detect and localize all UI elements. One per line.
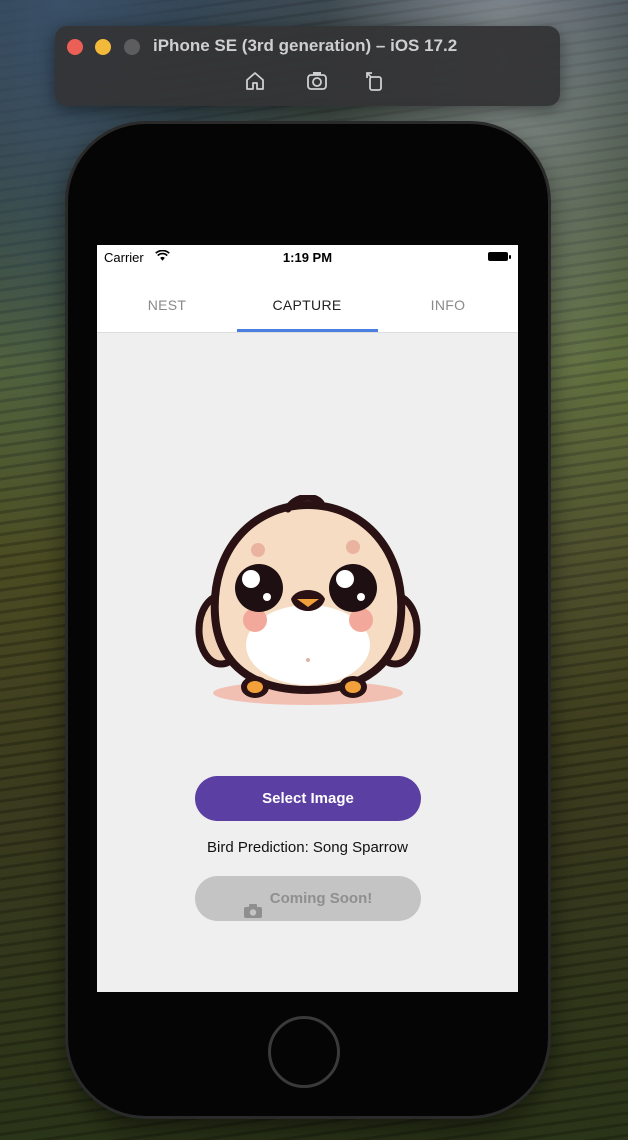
simulator-title-bar: iPhone SE (3rd generation) – iOS 17.2 bbox=[55, 26, 560, 106]
camera-icon bbox=[243, 891, 262, 918]
tab-nest[interactable]: NEST bbox=[97, 277, 237, 333]
home-icon[interactable] bbox=[242, 68, 268, 94]
tab-info[interactable]: INFO bbox=[378, 277, 518, 333]
minimize-window-button[interactable] bbox=[95, 39, 111, 55]
screenshot-icon[interactable] bbox=[304, 68, 330, 94]
app-screen: Carrier 1:19 PM NEST CAPTURE INFO Select… bbox=[97, 245, 518, 992]
zoom-window-button[interactable] bbox=[124, 39, 140, 55]
active-tab-indicator bbox=[237, 329, 378, 332]
top-tab-bar: NEST CAPTURE INFO bbox=[97, 277, 518, 333]
coming-soon-label: Coming Soon! bbox=[269, 890, 373, 907]
rotate-icon[interactable] bbox=[362, 68, 388, 94]
tab-capture[interactable]: CAPTURE bbox=[237, 277, 377, 333]
status-bar: Carrier 1:19 PM bbox=[97, 245, 518, 277]
simulator-title: iPhone SE (3rd generation) – iOS 17.2 bbox=[153, 36, 458, 55]
home-button[interactable] bbox=[268, 1016, 340, 1088]
battery-icon bbox=[488, 252, 511, 261]
bird-mascot-image bbox=[193, 493, 423, 715]
select-image-button[interactable]: Select Image bbox=[195, 776, 421, 821]
coming-soon-button: Coming Soon! bbox=[195, 876, 421, 921]
bird-prediction-text: Bird Prediction: Song Sparrow bbox=[207, 839, 408, 856]
close-window-button[interactable] bbox=[67, 39, 83, 55]
status-time: 1:19 PM bbox=[282, 250, 333, 265]
